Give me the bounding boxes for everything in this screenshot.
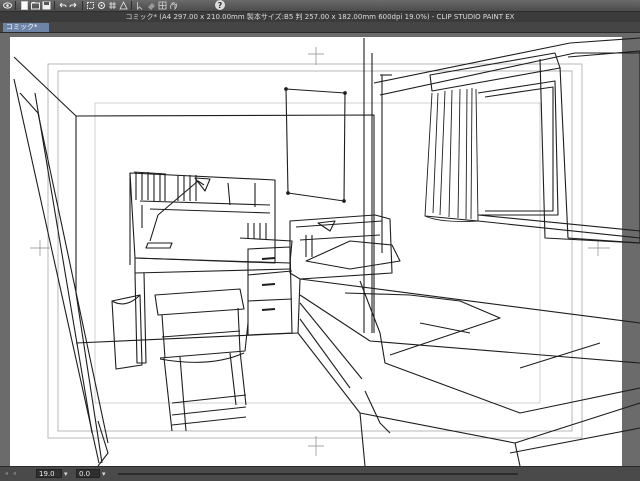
grid-icon[interactable] <box>158 1 167 10</box>
app-menu-icon[interactable] <box>3 1 12 10</box>
new-icon[interactable] <box>20 1 29 10</box>
zoom-field[interactable]: 19.0 <box>36 469 62 478</box>
navigator-controls: ⚬ ⚬ <box>4 470 18 478</box>
hand-icon[interactable] <box>169 1 178 10</box>
rotate-dropdown-icon[interactable]: ▾ <box>102 469 112 479</box>
eraser-icon[interactable] <box>147 1 156 10</box>
select-icon[interactable] <box>136 1 145 10</box>
redo-icon[interactable] <box>69 1 78 10</box>
help-icon[interactable]: ? <box>215 0 225 10</box>
help-glyph: ? <box>217 0 223 10</box>
save-icon[interactable] <box>42 1 51 10</box>
paper <box>10 37 622 466</box>
rotate-field[interactable]: 0.0 <box>76 469 100 478</box>
snap-grid-icon[interactable] <box>108 1 117 10</box>
snap-ruler-icon[interactable] <box>97 1 106 10</box>
zoom-dropdown-icon[interactable]: ▾ <box>64 469 74 479</box>
tab-label: コミック* <box>6 23 38 31</box>
window-title: コミック* (A4 297.00 x 210.00mm 製本サイズ:B5 判 2… <box>0 12 640 22</box>
undo-icon[interactable] <box>58 1 67 10</box>
transform-icon[interactable] <box>86 1 95 10</box>
canvas-drawing <box>10 37 640 466</box>
canvas-area[interactable] <box>0 33 640 466</box>
document-tab-bar: コミック* <box>0 22 640 33</box>
tab-document[interactable]: コミック* <box>3 23 49 32</box>
snap-perspective-icon[interactable] <box>119 1 128 10</box>
command-bar: ? <box>0 0 640 12</box>
status-bar: ⚬ ⚬ 19.0 ▾ 0.0 ▾ <box>0 466 640 481</box>
open-icon[interactable] <box>31 1 40 10</box>
horizontal-scrollbar[interactable] <box>118 473 518 475</box>
